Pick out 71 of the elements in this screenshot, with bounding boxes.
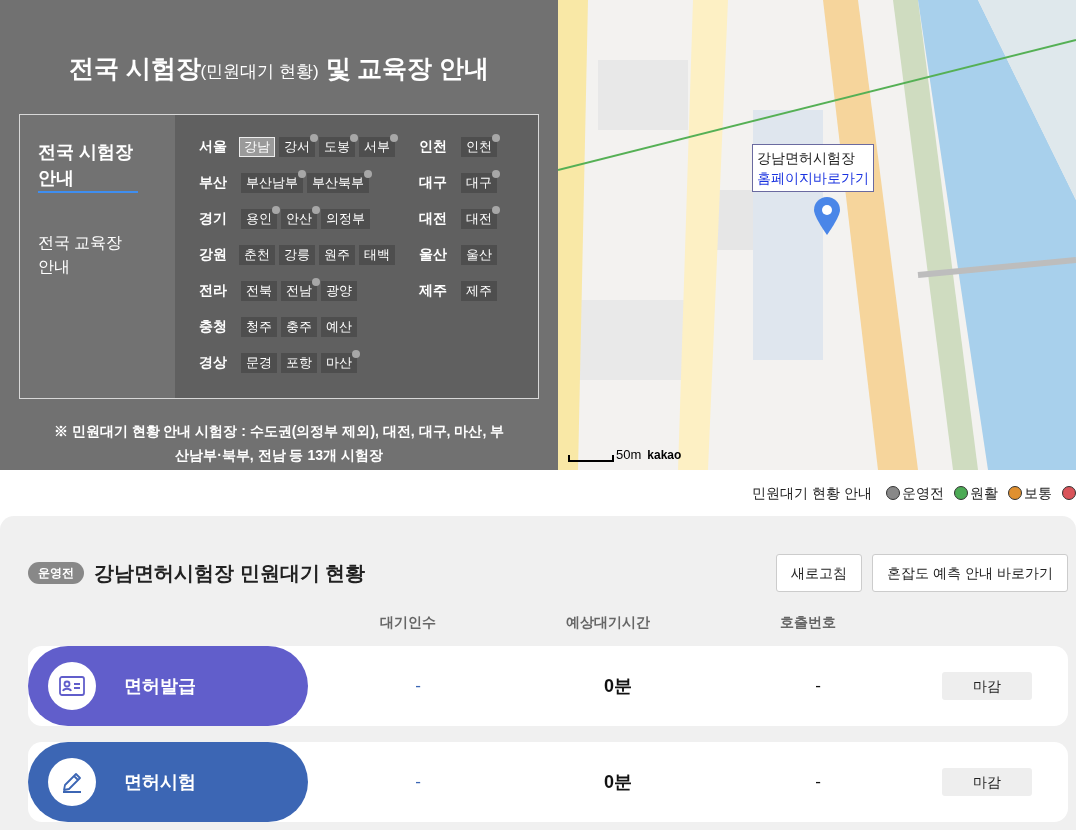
wait-time: 0분 <box>604 771 632 792</box>
region-label: 충청 <box>199 317 228 336</box>
legend-label: 보통 <box>1024 483 1052 503</box>
nav-tab[interactable]: 전국 교육장 안내 <box>38 230 138 279</box>
map-pin-icon <box>814 197 840 235</box>
section-title: 강남면허시험장 민원대기 현황 <box>94 561 366 586</box>
center-chip[interactable]: 춘천 <box>239 244 275 265</box>
center-chip[interactable]: 충주 <box>281 316 317 337</box>
region-label: 제주 <box>419 281 448 300</box>
center-chip[interactable]: 부산북부 <box>307 172 369 193</box>
status-label: 마감 <box>942 672 1032 700</box>
column-header: 대기인수 <box>380 614 436 630</box>
center-chip[interactable]: 원주 <box>319 244 355 265</box>
center-chip[interactable]: 안산 <box>281 208 317 229</box>
map-brand: kakao <box>647 448 682 462</box>
wait-time: 0분 <box>604 675 632 696</box>
region-label: 경기 <box>199 209 228 228</box>
legend-label: 원활 <box>970 483 998 503</box>
call-number: - <box>815 676 821 696</box>
center-chip[interactable]: 전북 <box>241 280 277 301</box>
service-name: 면허시험 <box>124 770 196 794</box>
center-chip[interactable]: 대전 <box>461 208 497 229</box>
waiting-count: - <box>415 676 421 696</box>
legend-label: 운영전 <box>902 483 944 503</box>
center-chip[interactable]: 강서 <box>279 136 315 157</box>
center-chip[interactable]: 의정부 <box>321 208 370 229</box>
center-chip[interactable]: 울산 <box>461 244 497 265</box>
center-chip[interactable]: 인천 <box>461 136 497 157</box>
center-chip[interactable]: 예산 <box>321 316 357 337</box>
page-title: 전국 시험장(민원대기 현황) 및 교육장 안내 <box>68 53 490 84</box>
region-label: 서울 <box>199 137 228 156</box>
center-chip[interactable]: 전남 <box>281 280 317 301</box>
center-chip[interactable]: 청주 <box>241 316 277 337</box>
region-label: 대전 <box>419 209 448 228</box>
center-chip[interactable]: 포항 <box>281 352 317 373</box>
legend-title: 민원대기 현황 안내 <box>752 483 872 503</box>
column-header: 예상대기시간 <box>566 614 650 630</box>
homepage-link[interactable]: 홈페이지바로가기 <box>757 168 869 188</box>
center-chip[interactable]: 부산남부 <box>241 172 303 193</box>
center-chip[interactable]: 광양 <box>321 280 357 301</box>
region-label: 전라 <box>199 281 228 300</box>
service-name: 면허발급 <box>124 674 196 698</box>
status-label: 마감 <box>942 768 1032 796</box>
center-chip[interactable]: 강릉 <box>279 244 315 265</box>
center-chip[interactable]: 태백 <box>359 244 395 265</box>
center-chip[interactable]: 서부 <box>359 136 395 157</box>
call-number: - <box>815 772 821 792</box>
nav-tab[interactable]: 전국 시험장 안내 <box>38 138 138 193</box>
waiting-count: - <box>415 772 421 792</box>
scale-bar <box>568 455 614 462</box>
region-label: 울산 <box>419 245 448 264</box>
column-header: 호출번호 <box>780 614 836 630</box>
place-name: 강남면허시험장 <box>757 149 856 168</box>
region-label: 인천 <box>419 137 448 156</box>
center-chip[interactable]: 대구 <box>461 172 497 193</box>
region-label: 대구 <box>419 173 448 192</box>
center-chip[interactable]: 용인 <box>241 208 277 229</box>
region-label: 부산 <box>199 173 228 192</box>
action-button[interactable]: 새로고침 <box>776 554 863 592</box>
region-label: 경상 <box>199 353 228 372</box>
center-chip[interactable]: 문경 <box>241 352 277 373</box>
pencil-icon <box>60 770 84 794</box>
region-label: 강원 <box>199 245 228 264</box>
id-card-icon <box>59 676 85 696</box>
scale-label: 50m <box>616 448 642 462</box>
notice-text: ※ 민원대기 현황 안내 시험장 : 수도권(의정부 제외), 대전, 대구, 마산, 부산남부·북부, 전남 등 13개 시험장 <box>52 421 506 465</box>
center-chip[interactable]: 마산 <box>321 352 357 373</box>
status-badge: 운영전 <box>28 562 84 584</box>
action-button[interactable]: 혼잡도 예측 안내 바로가기 <box>872 554 1068 592</box>
center-chip[interactable]: 제주 <box>461 280 497 301</box>
center-chip[interactable]: 도봉 <box>319 136 355 157</box>
